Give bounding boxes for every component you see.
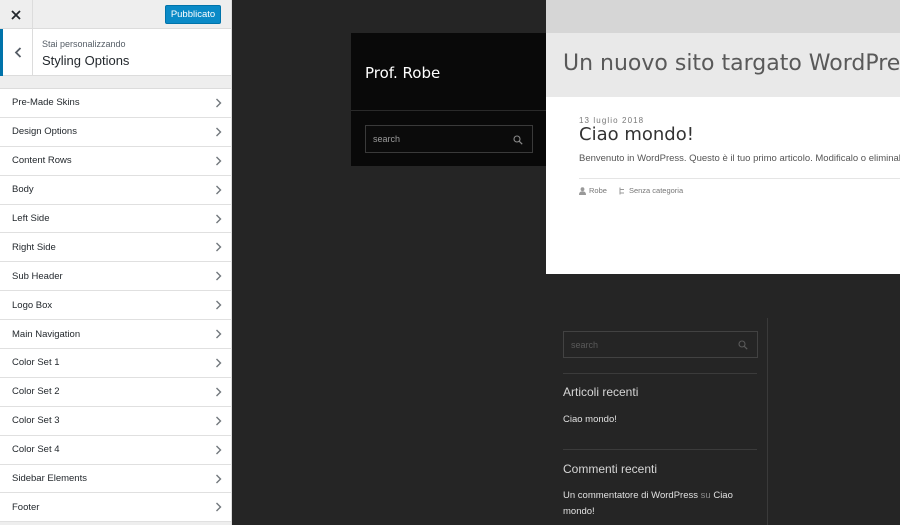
search-icon[interactable] — [738, 340, 748, 350]
footer-widgets: search Articoli recenti Ciao mondo! Comm… — [562, 318, 768, 525]
chevron-right-icon — [216, 502, 222, 512]
header-search-input[interactable]: search — [365, 125, 533, 153]
customizing-label: Stai personalizzando — [42, 39, 126, 49]
content-column: Un nuovo sito targato WordPress 13 lugli… — [546, 0, 900, 274]
chevron-right-icon — [216, 329, 222, 339]
recent-post-title[interactable]: Ciao mondo! — [563, 414, 617, 425]
menu-item-sub-header[interactable]: Sub Header — [0, 262, 231, 292]
menu-item-footer[interactable]: Footer — [0, 493, 231, 523]
title-band: Un nuovo sito targato WordPress — [546, 33, 900, 97]
post-category[interactable]: Senza categoria — [629, 186, 683, 195]
menu-item-label: Design Options — [12, 126, 77, 138]
footer-search-input[interactable]: search — [563, 331, 758, 358]
site-name[interactable]: Prof. Robe — [365, 64, 440, 82]
menu-item-label: Color Set 1 — [12, 357, 60, 369]
post-title[interactable]: Ciao mondo! — [579, 124, 694, 145]
chevron-right-icon — [216, 387, 222, 397]
menu-item-logo-box[interactable]: Logo Box — [0, 291, 231, 321]
menu-item-label: Footer — [12, 501, 40, 513]
menu-item-label: Right Side — [12, 241, 56, 253]
section-header: Stai personalizzando Styling Options — [0, 29, 231, 76]
chevron-right-icon — [216, 127, 222, 137]
menu-item-label: Logo Box — [12, 299, 53, 311]
search-placeholder: search — [571, 340, 599, 350]
site-header-block: Prof. Robe search — [351, 33, 547, 166]
chevron-left-icon — [14, 47, 21, 58]
menu-item-color-set-2[interactable]: Color Set 2 — [0, 377, 231, 407]
section-title: Styling Options — [42, 53, 130, 68]
menu-item-left-side[interactable]: Left Side — [0, 204, 231, 234]
widget-divider — [563, 373, 757, 374]
menu-item-label: Color Set 2 — [12, 386, 60, 398]
search-placeholder: search — [373, 134, 401, 144]
menu-item-sidebar-elements[interactable]: Sidebar Elements — [0, 464, 231, 494]
menu-item-label: Pre-Made Skins — [12, 97, 80, 109]
menu-item-label: Sub Header — [12, 270, 63, 282]
search-icon[interactable] — [513, 135, 523, 145]
post-meta: Robe Senza categoria — [579, 186, 683, 195]
menu-item-main-navigation[interactable]: Main Navigation — [0, 320, 231, 350]
chevron-right-icon — [216, 300, 222, 310]
top-bar — [546, 0, 900, 33]
header-divider — [351, 110, 547, 111]
back-button[interactable] — [0, 29, 33, 76]
menu-item-color-set-4[interactable]: Color Set 4 — [0, 435, 231, 465]
category-icon — [619, 187, 624, 194]
customizer-sidebar: Pubblicato Stai personalizzando Styling … — [0, 0, 232, 525]
menu-item-label: Color Set 4 — [12, 444, 60, 456]
customizer-header: Pubblicato — [0, 0, 231, 29]
chevron-right-icon — [216, 214, 222, 223]
chevron-right-icon — [216, 474, 222, 484]
post-author[interactable]: Robe — [589, 186, 607, 195]
comment-connector: su — [700, 490, 711, 501]
menu-item-color-set-3[interactable]: Color Set 3 — [0, 406, 231, 436]
chevron-right-icon — [216, 416, 222, 426]
menu-item-design-options[interactable]: Design Options — [0, 117, 231, 147]
chevron-right-icon — [216, 185, 222, 195]
menu-item-label: Main Navigation — [12, 328, 81, 340]
menu-item-right-side[interactable]: Right Side — [0, 233, 231, 263]
menu-item-label: Content Rows — [12, 155, 72, 167]
chevron-right-icon — [216, 358, 222, 368]
chevron-right-icon — [216, 156, 222, 166]
recent-comment: Un commentatore di WordPress su Ciao mon… — [563, 488, 753, 520]
site-preview: Prof. Robe search Un nuovo sito targato … — [233, 0, 900, 525]
author-icon — [579, 186, 586, 195]
menu-item-content-rows[interactable]: Content Rows — [0, 146, 231, 176]
menu-item-body[interactable]: Body — [0, 175, 231, 205]
menu-item-label: Color Set 3 — [12, 415, 60, 427]
close-customizer-button[interactable] — [0, 0, 33, 29]
post-excerpt: Benvenuto in WordPress. Questo è il tuo … — [579, 153, 900, 164]
chevron-right-icon — [216, 445, 222, 455]
site-tagline: Un nuovo sito targato WordPress — [563, 51, 900, 76]
recent-comments-title: Commenti recenti — [563, 462, 658, 476]
post-divider — [579, 178, 900, 179]
menu-item-label: Sidebar Elements — [12, 473, 87, 485]
publish-button[interactable]: Pubblicato — [165, 5, 221, 24]
close-icon — [11, 9, 21, 20]
menu-item-label: Left Side — [12, 213, 50, 224]
recent-posts-title: Articoli recenti — [563, 385, 639, 399]
chevron-right-icon — [216, 242, 222, 252]
styling-options-menu: Pre-Made Skins Design Options Content Rows… — [0, 88, 231, 523]
menu-item-label: Body — [12, 184, 34, 196]
chevron-right-icon — [216, 98, 222, 108]
comment-author-link[interactable]: Un commentatore di WordPress — [563, 490, 698, 501]
widget-divider — [563, 449, 757, 450]
chevron-right-icon — [216, 271, 222, 281]
menu-item-color-set-1[interactable]: Color Set 1 — [0, 349, 231, 378]
menu-item-pre-made-skins[interactable]: Pre-Made Skins — [0, 89, 231, 118]
recent-post-link[interactable]: Ciao mondo! — [563, 412, 753, 428]
